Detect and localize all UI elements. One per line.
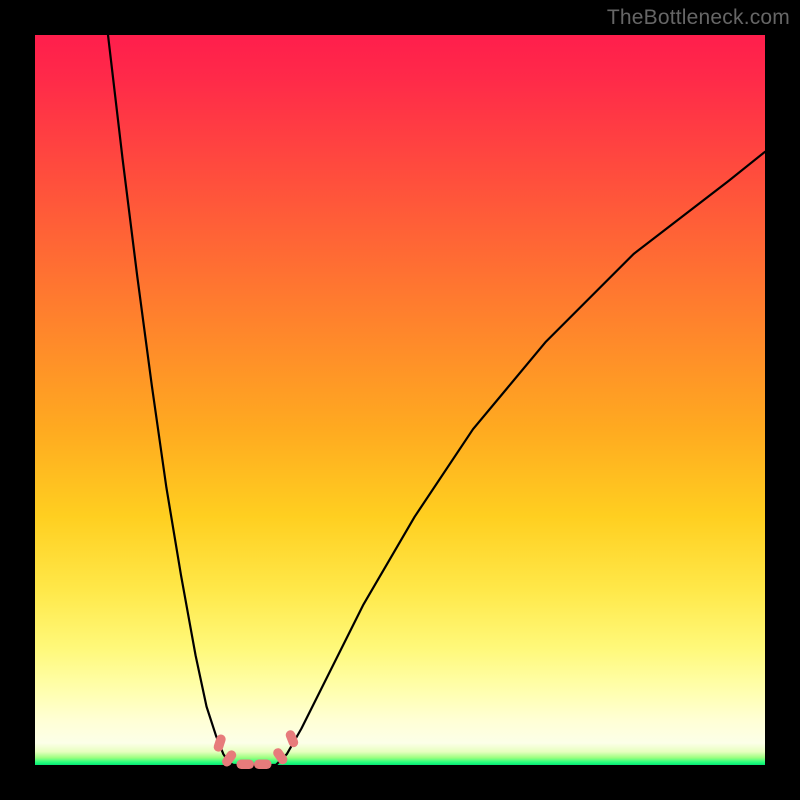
valley-marker-5	[284, 729, 299, 749]
bottleneck-curve	[108, 35, 765, 765]
valley-marker-4	[271, 746, 289, 766]
plot-area	[35, 35, 765, 765]
valley-marker-0	[212, 733, 226, 753]
curve-layer	[35, 35, 765, 765]
valley-marker-3	[254, 760, 272, 769]
curve-path	[108, 35, 765, 765]
valley-markers	[212, 729, 299, 769]
chart-frame: TheBottleneck.com	[0, 0, 800, 800]
valley-marker-2	[236, 760, 254, 769]
watermark-text: TheBottleneck.com	[607, 6, 790, 30]
